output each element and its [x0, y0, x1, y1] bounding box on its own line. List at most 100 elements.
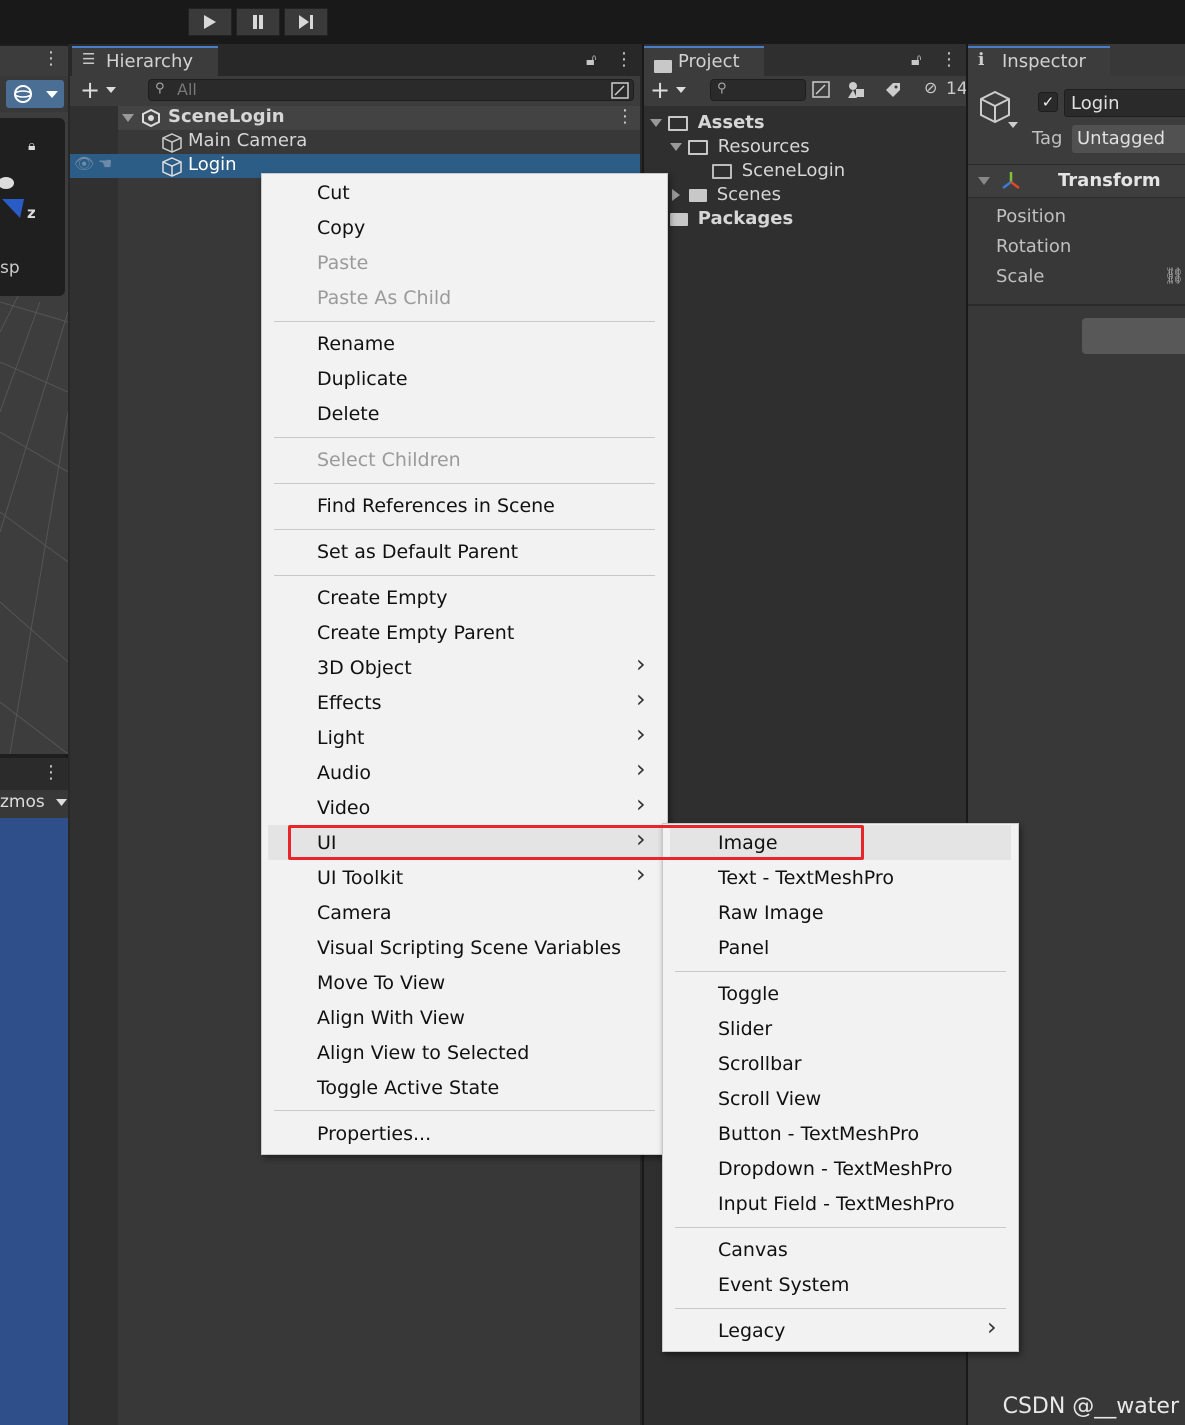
menu-item-visual-scripting-scene-variables[interactable]: Visual Scripting Scene Variables — [262, 930, 662, 965]
project-folder-packages[interactable]: Packages — [670, 208, 793, 229]
active-checkbox[interactable]: ✓ — [1038, 92, 1058, 112]
project-folder-assets[interactable]: Assets — [650, 112, 765, 133]
project-search-input[interactable]: ⚲ — [710, 79, 806, 101]
menu-item-rename[interactable]: Rename — [262, 326, 662, 361]
search-by-type-icon[interactable] — [812, 81, 830, 99]
kebab-menu-icon[interactable]: ⋮ — [615, 49, 633, 70]
chevron-down-icon[interactable] — [106, 87, 116, 94]
hierarchy-scene-row[interactable]: SceneLogin ⋮ — [118, 106, 640, 130]
submenu-item-panel[interactable]: Panel — [663, 930, 1013, 965]
kebab-menu-icon[interactable]: ⋮ — [42, 48, 60, 69]
menu-item-move-to-view[interactable]: Move To View — [262, 965, 662, 1000]
persp-label[interactable]: sp — [0, 258, 20, 278]
menu-item-label: Rename — [317, 332, 395, 355]
pause-icon — [253, 15, 263, 29]
submenu-item-dropdown-textmeshpro[interactable]: Dropdown - TextMeshPro — [663, 1151, 1013, 1186]
play-icon — [204, 15, 216, 29]
menu-item-light[interactable]: Light › — [262, 720, 662, 755]
lock-icon[interactable]: 🔓︎ — [911, 50, 921, 70]
visibility-eye-icon[interactable]: 👁︎ — [74, 154, 94, 173]
scale-link-icon[interactable]: ⛓ — [1164, 266, 1184, 285]
menu-separator — [274, 321, 655, 322]
submenu-item-canvas[interactable]: Canvas — [663, 1232, 1013, 1267]
submenu-item-input-field-textmeshpro[interactable]: Input Field - TextMeshPro — [663, 1186, 1013, 1221]
menu-item-duplicate[interactable]: Duplicate — [262, 361, 662, 396]
menu-item-properties[interactable]: Properties... — [262, 1116, 662, 1151]
menu-item-align-with-view[interactable]: Align With View — [262, 1000, 662, 1035]
menu-item-effects[interactable]: Effects › — [262, 685, 662, 720]
tab-inspector[interactable]: ℹ Inspector — [968, 46, 1110, 76]
transform-icon — [1002, 172, 1020, 189]
menu-item-toggle-active-state[interactable]: Toggle Active State — [262, 1070, 662, 1105]
filter-by-label-icon[interactable] — [884, 81, 902, 99]
gizmos-dropdown[interactable]: zmos — [0, 790, 68, 818]
hidden-packages-icon[interactable]: ⊘ — [924, 78, 937, 97]
divider — [968, 304, 1185, 306]
add-icon[interactable]: + — [650, 76, 670, 104]
menu-separator — [675, 1227, 1006, 1228]
tab-project[interactable]: Project — [644, 46, 764, 76]
lock-icon[interactable]: 🔒︎ — [28, 138, 35, 154]
kebab-menu-icon[interactable]: ⋮ — [42, 762, 60, 783]
submenu-item-legacy[interactable]: Legacy › — [663, 1313, 1013, 1348]
menu-item-camera[interactable]: Camera — [262, 895, 662, 930]
menu-item-label: Select Children — [317, 448, 461, 471]
submenu-item-toggle[interactable]: Toggle — [663, 976, 1013, 1011]
pause-button[interactable] — [236, 8, 280, 36]
foldout-closed-icon — [672, 189, 680, 201]
submenu-item-text-textmeshpro[interactable]: Text - TextMeshPro — [663, 860, 1013, 895]
menu-item-label: Audio — [317, 761, 372, 784]
menu-separator — [675, 1308, 1006, 1309]
hierarchy-icon: ☰ — [82, 50, 96, 68]
menu-item-video[interactable]: Video › — [262, 790, 662, 825]
filter-by-type-icon[interactable] — [846, 80, 866, 100]
tab-hierarchy[interactable]: ☰ Hierarchy — [72, 46, 218, 76]
hierarchy-toolbar: + ⚲ All — [70, 76, 640, 106]
orientation-gizmo[interactable]: 🔒︎ z sp — [0, 118, 65, 296]
pickable-hand-icon[interactable]: ☚ — [98, 154, 112, 173]
step-button[interactable] — [284, 8, 328, 36]
kebab-menu-icon[interactable]: ⋮ — [940, 49, 958, 70]
add-component-button[interactable] — [1082, 318, 1185, 354]
menu-item-audio[interactable]: Audio › — [262, 755, 662, 790]
menu-item-create-empty-parent[interactable]: Create Empty Parent — [262, 615, 662, 650]
kebab-menu-icon[interactable]: ⋮ — [616, 106, 634, 127]
menu-item-label: Cut — [317, 181, 350, 204]
object-name-field[interactable]: Login — [1064, 89, 1185, 117]
submenu-item-scrollbar[interactable]: Scrollbar — [663, 1046, 1013, 1081]
menu-item-ui-toolkit[interactable]: UI Toolkit › — [262, 860, 662, 895]
menu-item-set-as-default-parent[interactable]: Set as Default Parent — [262, 534, 662, 569]
menu-item-copy[interactable]: Copy — [262, 210, 662, 245]
menu-item-align-view-to-selected[interactable]: Align View to Selected — [262, 1035, 662, 1070]
menu-item-label: Create Empty — [317, 586, 448, 609]
submenu-item-button-textmeshpro[interactable]: Button - TextMeshPro — [663, 1116, 1013, 1151]
transform-component-header[interactable]: Transform — [968, 164, 1185, 198]
game-view[interactable] — [0, 818, 68, 1425]
search-icon: ⚲ — [155, 81, 165, 96]
lock-icon[interactable]: 🔓︎ — [586, 50, 596, 70]
tag-dropdown[interactable]: Untagged — [1072, 125, 1185, 153]
menu-item-3d-object[interactable]: 3D Object › — [262, 650, 662, 685]
orbit-tool-button[interactable] — [6, 80, 64, 108]
project-folder-scenelogin[interactable]: SceneLogin — [712, 160, 845, 181]
menu-item-delete[interactable]: Delete — [262, 396, 662, 431]
menu-item-find-references-in-scene[interactable]: Find References in Scene — [262, 488, 662, 523]
expand-icon[interactable] — [611, 82, 629, 99]
menu-separator — [274, 575, 655, 576]
play-button[interactable] — [188, 8, 232, 36]
hierarchy-item-main-camera[interactable]: Main Camera — [118, 130, 640, 154]
submenu-item-scroll-view[interactable]: Scroll View — [663, 1081, 1013, 1116]
menu-item-label: Align With View — [317, 1006, 465, 1029]
menu-item-create-empty[interactable]: Create Empty — [262, 580, 662, 615]
submenu-item-slider[interactable]: Slider — [663, 1011, 1013, 1046]
submenu-item-raw-image[interactable]: Raw Image — [663, 895, 1013, 930]
project-folder-scenes[interactable]: Scenes — [672, 184, 781, 205]
chevron-down-icon — [56, 799, 67, 806]
chevron-down-icon[interactable] — [676, 87, 686, 94]
add-icon[interactable]: + — [80, 76, 100, 104]
chevron-down-icon[interactable] — [1008, 122, 1018, 129]
menu-item-cut[interactable]: Cut — [262, 175, 662, 210]
hierarchy-search-input[interactable]: ⚲ All — [148, 79, 634, 101]
submenu-item-event-system[interactable]: Event System — [663, 1267, 1013, 1302]
project-folder-resources[interactable]: Resources — [670, 136, 810, 157]
